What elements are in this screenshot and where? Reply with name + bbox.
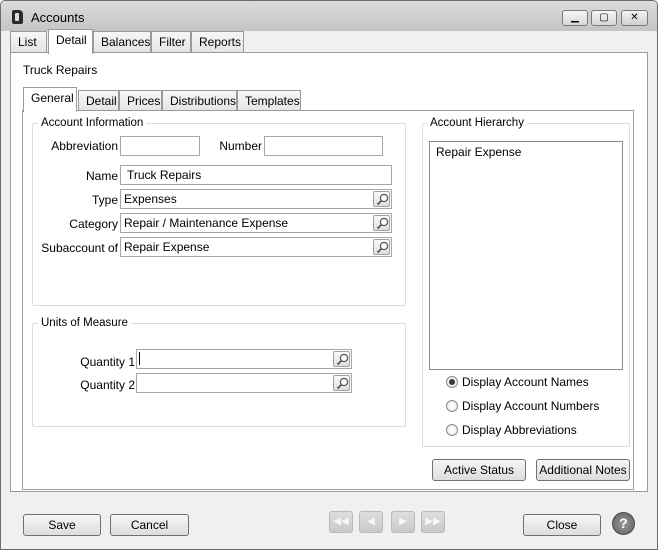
tab-reports-label: Reports (199, 35, 242, 49)
type-field[interactable]: Expenses (120, 189, 392, 209)
subaccount-label: Subaccount of (41, 241, 118, 255)
maximize-icon: ▢ (599, 12, 609, 23)
tab-list-label: List (18, 35, 37, 49)
subtab-templates-label: Templates (245, 94, 300, 108)
active-status-button[interactable]: Active Status (432, 459, 526, 481)
subaccount-value: Repair Expense (124, 240, 210, 254)
tab-reports[interactable]: Reports (191, 31, 244, 53)
previous-record-icon[interactable]: ◀ (359, 511, 383, 533)
title-bar[interactable]: Accounts ▁ ▢ ✕ (1, 1, 657, 31)
additional-notes-button[interactable]: Additional Notes (536, 459, 630, 481)
help-icon[interactable]: ? (612, 512, 635, 535)
close-window-button[interactable]: ✕ (621, 10, 648, 26)
tab-filter-label: Filter (159, 35, 186, 49)
radio-display-abbreviations-label[interactable]: Display Abbreviations (462, 423, 577, 437)
account-title: Truck Repairs (23, 63, 98, 77)
category-value: Repair / Maintenance Expense (124, 216, 289, 230)
subtab-general[interactable]: General (23, 87, 77, 112)
subaccount-lookup-button[interactable] (373, 239, 390, 255)
radio-display-account-numbers-label[interactable]: Display Account Numbers (462, 399, 599, 413)
type-lookup-button[interactable] (373, 191, 390, 207)
maximize-button[interactable]: ▢ (591, 10, 617, 26)
quantity2-field[interactable] (136, 373, 352, 393)
radio-display-account-numbers[interactable] (446, 400, 458, 412)
accounts-window: Accounts ▁ ▢ ✕ List Detail Balances Filt… (0, 0, 658, 550)
first-record-icon[interactable]: ◀◀ (329, 511, 353, 533)
subtab-detail-label: Detail (86, 94, 117, 108)
units-of-measure-title: Units of Measure (38, 317, 131, 329)
close-button[interactable]: Close (523, 514, 601, 536)
category-field[interactable]: Repair / Maintenance Expense (120, 213, 392, 233)
tab-balances-label: Balances (101, 35, 151, 49)
name-value: Truck Repairs (127, 168, 202, 182)
magnifier-icon (376, 193, 389, 206)
tab-detail[interactable]: Detail (48, 29, 93, 54)
close-icon: ✕ (630, 12, 639, 23)
number-label: Number (219, 139, 262, 153)
magnifier-icon (376, 217, 389, 230)
radio-display-abbreviations[interactable] (446, 424, 458, 436)
category-lookup-button[interactable] (373, 215, 390, 231)
account-hierarchy-title: Account Hierarchy (427, 117, 527, 129)
app-icon (12, 10, 23, 24)
radio-display-account-names[interactable] (446, 376, 458, 388)
list-item[interactable]: Repair Expense (436, 145, 616, 159)
tab-balances[interactable]: Balances (93, 31, 151, 53)
next-record-icon[interactable]: ▶ (391, 511, 415, 533)
name-field[interactable]: Truck Repairs (120, 165, 392, 185)
text-cursor (139, 352, 140, 365)
name-label: Name (85, 169, 118, 183)
tab-detail-label: Detail (56, 33, 87, 47)
minimize-button[interactable]: ▁ (562, 10, 588, 26)
subtab-detail[interactable]: Detail (78, 90, 119, 112)
quantity2-lookup-button[interactable] (333, 375, 350, 391)
save-button[interactable]: Save (23, 514, 101, 536)
subtab-templates[interactable]: Templates (237, 90, 301, 112)
window-title: Accounts (31, 10, 85, 25)
quantity1-lookup-button[interactable] (333, 351, 350, 367)
minimize-icon: ▁ (571, 12, 579, 23)
quantity2-label: Quantity 2 (80, 378, 135, 392)
tab-list[interactable]: List (10, 31, 47, 53)
subtab-general-label: General (31, 91, 74, 105)
subaccount-field[interactable]: Repair Expense (120, 237, 392, 257)
last-record-icon[interactable]: ▶▶ (421, 511, 445, 533)
tab-filter[interactable]: Filter (151, 31, 191, 53)
type-label: Type (91, 193, 118, 207)
cancel-button[interactable]: Cancel (110, 514, 189, 536)
magnifier-icon (336, 377, 349, 390)
subtab-prices-label: Prices (127, 94, 161, 108)
subtab-prices[interactable]: Prices (119, 90, 162, 112)
type-value: Expenses (124, 192, 177, 206)
quantity1-label: Quantity 1 (80, 355, 135, 369)
magnifier-icon (336, 353, 349, 366)
subtab-distributions[interactable]: Distributions (162, 90, 237, 112)
subtab-distributions-label: Distributions (170, 94, 237, 108)
account-hierarchy-list[interactable]: Repair Expense (429, 141, 623, 370)
category-label: Category (69, 217, 118, 231)
quantity1-field[interactable] (136, 349, 352, 369)
abbreviation-label: Abbreviation (51, 139, 118, 153)
radio-display-account-names-label[interactable]: Display Account Names (462, 375, 589, 389)
number-field[interactable] (264, 136, 383, 156)
abbreviation-field[interactable] (120, 136, 200, 156)
magnifier-icon (376, 241, 389, 254)
account-information-title: Account Information (38, 117, 147, 129)
